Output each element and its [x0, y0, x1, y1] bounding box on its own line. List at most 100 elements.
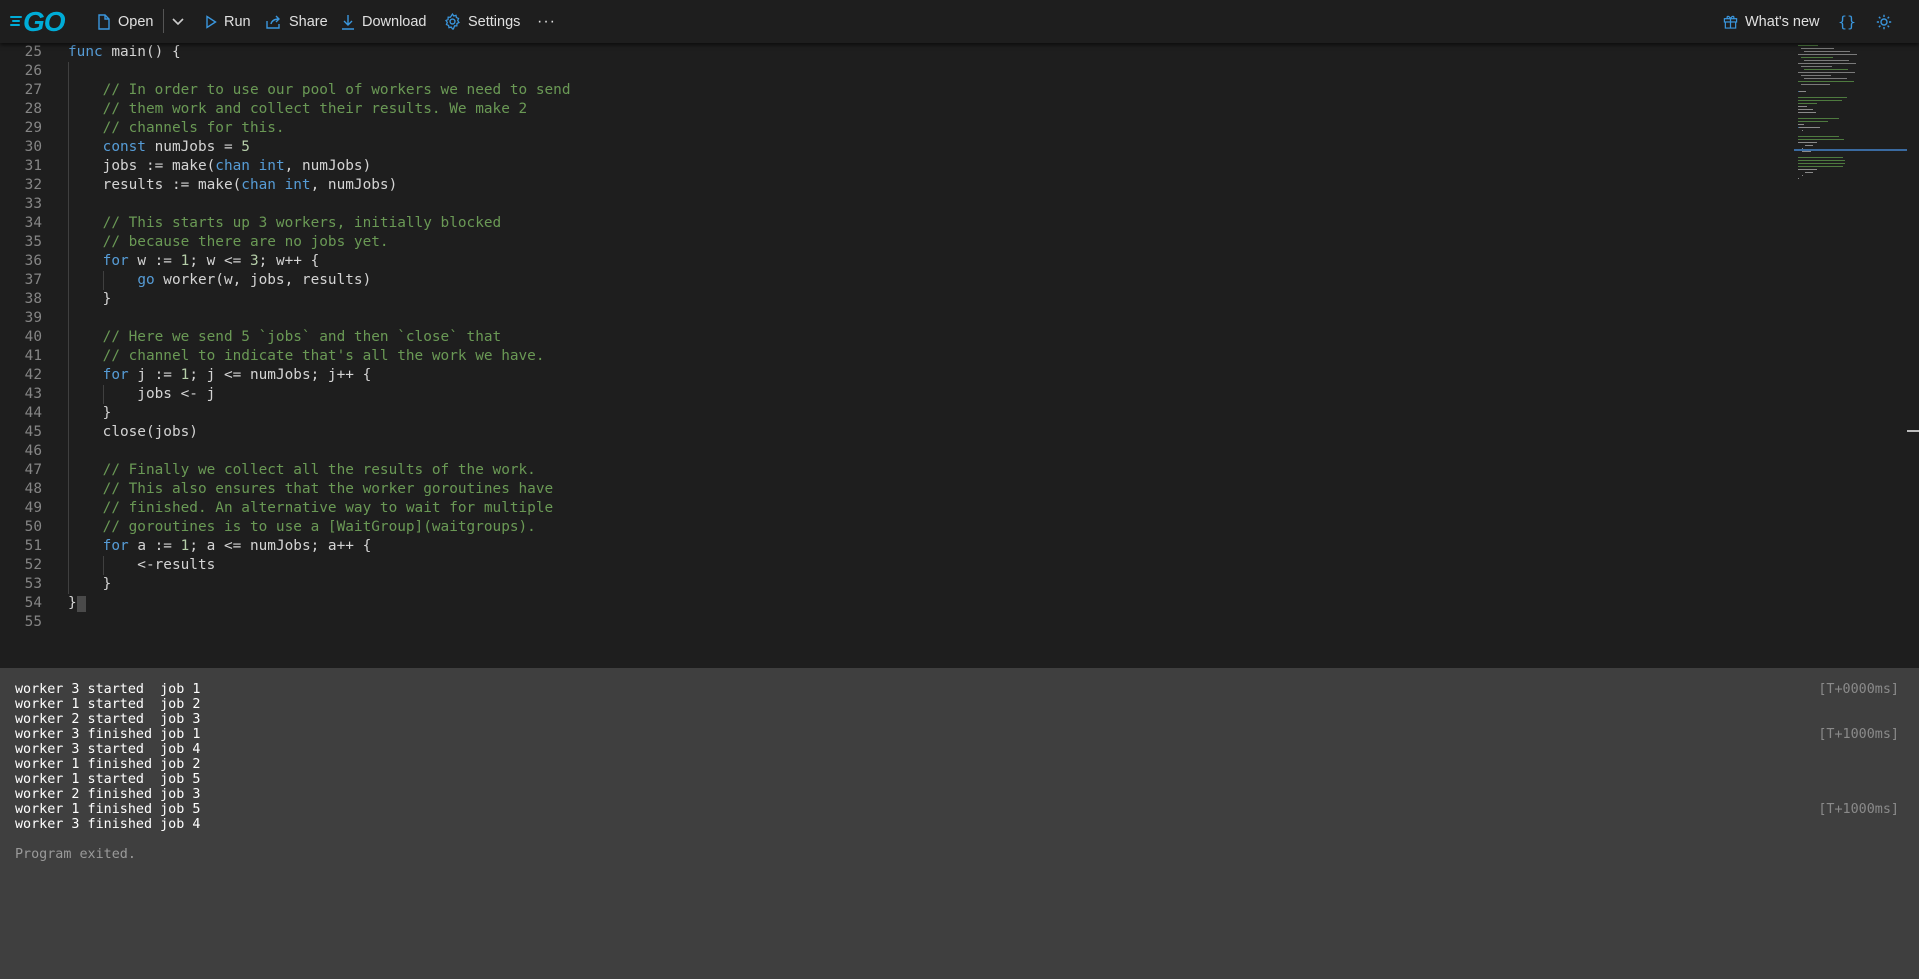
output-line: worker 3 started job 1: [15, 682, 201, 697]
minimap-line: [1804, 51, 1850, 52]
code-line[interactable]: 43 jobs <- j: [0, 385, 1780, 404]
line-number: 45: [24, 424, 42, 440]
code-line[interactable]: 35 // because there are no jobs yet.: [0, 233, 1780, 252]
indent-guide: [102, 385, 104, 404]
share-label: Share: [289, 13, 328, 30]
code-token: ; w++ {: [258, 253, 320, 269]
code-line[interactable]: 41 // channel to indicate that's all the…: [0, 347, 1780, 366]
line-number: 31: [24, 158, 42, 174]
code-token: // channel to indicate that's all the wo…: [102, 348, 545, 364]
code-line[interactable]: 44 }: [0, 404, 1780, 423]
minimap-line: [1801, 75, 1831, 76]
minimap[interactable]: [1792, 43, 1907, 179]
code-text: // Here we send 5 `jobs` and then `close…: [68, 328, 502, 347]
code-token: const: [102, 139, 146, 155]
run-label: Run: [224, 13, 251, 30]
code-token: j :=: [128, 367, 181, 383]
minimap-viewport[interactable]: [1794, 149, 1907, 151]
settings-button[interactable]: Settings: [444, 0, 520, 43]
code-line[interactable]: 48 // This also ensures that the worker …: [0, 480, 1780, 499]
whats-new-button[interactable]: What's new: [1723, 0, 1820, 43]
minimap-line: [1805, 172, 1814, 173]
code-token: chan: [215, 158, 250, 174]
code-text: <-results: [68, 556, 215, 575]
code-line[interactable]: 42 for j := 1; j <= numJobs; j++ {: [0, 366, 1780, 385]
theme-toggle-button[interactable]: [1876, 0, 1899, 43]
code-line[interactable]: 31 jobs := make(chan int, numJobs): [0, 157, 1780, 176]
code-token: <-results: [68, 557, 216, 573]
open-button[interactable]: Open: [97, 0, 153, 43]
code-line[interactable]: 49 // finished. An alternative way to wa…: [0, 499, 1780, 518]
minimap-line: [1798, 163, 1845, 164]
minimap-line: [1798, 139, 1844, 140]
code-line[interactable]: 40 // Here we send 5 `jobs` and then `cl…: [0, 328, 1780, 347]
download-button[interactable]: Download: [341, 0, 427, 43]
code-line[interactable]: 50 // goroutines is to use a [WaitGroup]…: [0, 518, 1780, 537]
code-editor[interactable]: 25 func main() {26 27 // In order to use o…: [0, 43, 1919, 668]
share-button[interactable]: Share: [266, 0, 328, 43]
code-line[interactable]: 54}: [0, 594, 1780, 613]
code-line[interactable]: 28 // them work and collect their result…: [0, 100, 1780, 119]
more-options-button[interactable]: ···: [537, 0, 556, 43]
play-icon: [206, 14, 217, 29]
minimap-line: [1798, 63, 1856, 64]
code-line[interactable]: 51 for a := 1; a <= numJobs; a++ {: [0, 537, 1780, 556]
file-icon: [98, 13, 110, 30]
code-line[interactable]: 29 // channels for this.: [0, 119, 1780, 138]
line-number: 44: [24, 405, 42, 421]
code-line[interactable]: 33: [0, 195, 1780, 214]
line-number: 41: [24, 348, 42, 364]
code-line[interactable]: 55: [0, 613, 1780, 632]
run-button[interactable]: Run: [205, 0, 251, 43]
line-number: 54: [24, 595, 42, 611]
code-text: // because there are no jobs yet.: [68, 233, 389, 252]
code-line[interactable]: 32 results := make(chan int, numJobs): [0, 176, 1780, 195]
code-line[interactable]: 36 for w := 1; w <= 3; w++ {: [0, 252, 1780, 271]
line-number: 37: [24, 272, 42, 288]
code-token: numJobs =: [145, 139, 242, 155]
code-line[interactable]: 25 func main() {: [0, 43, 1780, 62]
line-number: 30: [24, 139, 42, 155]
toolbar: GO Open Run Share Download Settings ··· …: [0, 0, 1919, 43]
code-line[interactable]: 37 go worker(w, jobs, results): [0, 271, 1780, 290]
code-token: }: [68, 405, 112, 421]
minimap-line: [1801, 48, 1834, 49]
code-line[interactable]: 47 // Finally we collect all the results…: [0, 461, 1780, 480]
code-line[interactable]: 34 // This starts up 3 workers, initiall…: [0, 214, 1780, 233]
code-line[interactable]: 27 // In order to use our pool of worker…: [0, 81, 1780, 100]
line-number: 49: [24, 500, 42, 516]
line-number: 25: [24, 44, 42, 60]
minimap-line: [1798, 124, 1805, 125]
code-text: for j := 1; j <= numJobs; j++ {: [68, 366, 372, 385]
minimap-line: [1798, 109, 1807, 110]
code-line[interactable]: 26: [0, 62, 1780, 81]
code-token: // channels for this.: [102, 120, 285, 136]
code-line[interactable]: 52 <-results: [0, 556, 1780, 575]
code-line[interactable]: 45 close(jobs): [0, 423, 1780, 442]
speed-lines-icon: [10, 16, 24, 26]
code-line[interactable]: 53 }: [0, 575, 1780, 594]
code-line[interactable]: 39: [0, 309, 1780, 328]
minimap-line: [1798, 178, 1799, 179]
output-line: worker 1 finished job 2: [15, 757, 201, 772]
code-token: main() {: [102, 44, 181, 60]
format-button[interactable]: {}: [1838, 0, 1856, 43]
minimap-line: [1798, 81, 1854, 82]
editor-scrollbar[interactable]: [1906, 43, 1919, 668]
code-line[interactable]: 38 }: [0, 290, 1780, 309]
code-token: int: [284, 177, 311, 193]
more-icon: ···: [537, 12, 556, 30]
code-line[interactable]: 30 const numJobs = 5: [0, 138, 1780, 157]
go-logo[interactable]: GO: [10, 6, 68, 37]
output-line: worker 2 finished job 3: [15, 787, 201, 802]
code-token: chan: [241, 177, 276, 193]
minimap-line: [1798, 118, 1840, 119]
indent-guide: [102, 556, 104, 575]
open-dropdown-button[interactable]: [171, 0, 192, 43]
minimap-line: [1798, 136, 1840, 137]
code-line[interactable]: 46: [0, 442, 1780, 461]
code-token: for: [102, 367, 129, 383]
